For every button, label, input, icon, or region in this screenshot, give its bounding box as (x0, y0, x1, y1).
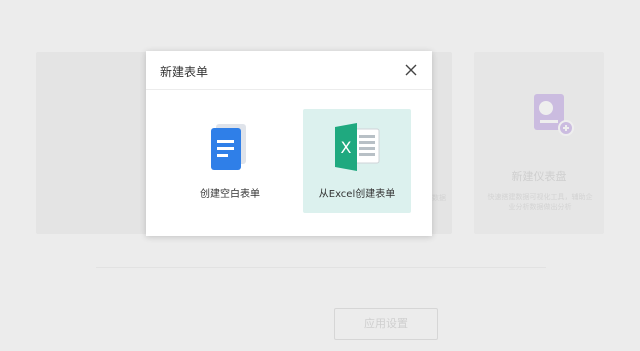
create-blank-form-option[interactable]: 创建空白表单 (176, 109, 284, 213)
dashboard-icon (534, 94, 574, 136)
blank-form-label: 创建空白表单 (200, 189, 260, 200)
excel-form-label: 从Excel创建表单 (318, 189, 396, 200)
dialog-title: 新建表单 (160, 65, 209, 79)
dialog-header: 新建表单 (146, 51, 432, 90)
new-form-dialog: 新建表单 创建空白表单 X 从Excel创建表单 (146, 51, 432, 236)
blank-form-icon (211, 124, 246, 170)
svg-text:X: X (341, 138, 352, 157)
dashboard-card-title: 新建仪表盘 (511, 170, 567, 183)
excel-icon: X (335, 123, 380, 171)
dashboard-card-description: 快速搭建数据可视化工具，辅助企业分析数据做出分析 (487, 193, 593, 211)
create-from-excel-option[interactable]: X 从Excel创建表单 (303, 109, 411, 213)
close-icon[interactable] (404, 63, 418, 77)
divider (96, 267, 546, 268)
app-settings-button[interactable]: 应用设置 (334, 308, 438, 340)
background-card-description: 数据 (432, 194, 446, 202)
